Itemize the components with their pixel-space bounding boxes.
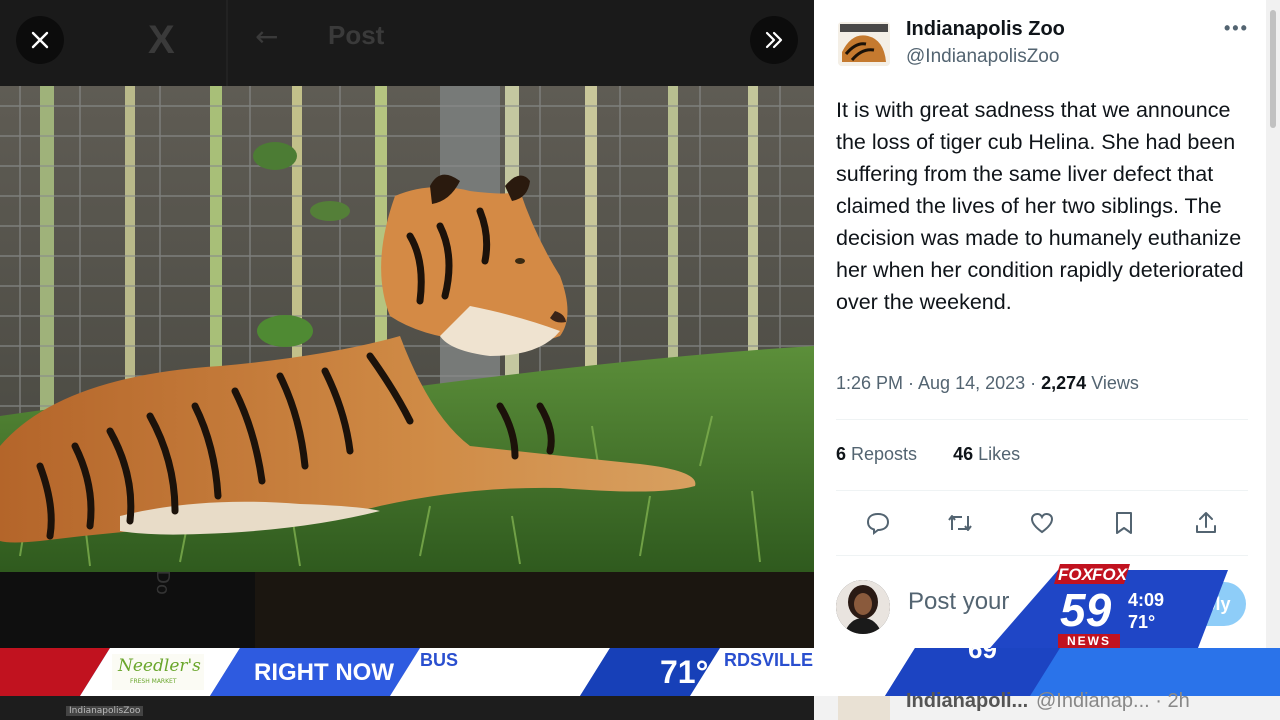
bug-brand-1: FOX (1058, 565, 1093, 584)
station-bug: FOX FOX 59 NEWS 4:09 71° (990, 560, 1230, 650)
bug-number: 59 (1060, 584, 1112, 636)
likes-count: 46 (953, 444, 974, 464)
repost-button[interactable] (940, 505, 980, 541)
bug-brand-2: FOX (1092, 565, 1127, 584)
x-logo-icon: X (148, 18, 175, 62)
divider (836, 490, 1248, 491)
close-icon (31, 31, 49, 49)
share-button[interactable] (1186, 505, 1226, 541)
action-bar (836, 505, 1248, 541)
ticker-temp-3: 69 (968, 648, 997, 664)
media-viewer: X ← Post Do (0, 0, 814, 648)
more-options-icon[interactable]: ••• (1224, 18, 1249, 39)
scrollbar-thumb[interactable] (1270, 10, 1276, 128)
like-icon (1030, 512, 1054, 534)
ticker-city-1: BUS (420, 650, 459, 670)
tweet-panel: Indianapolis Zoo @IndianapolisZoo ••• It… (814, 0, 1266, 648)
divider (836, 555, 1248, 556)
next-tweet-preview: Indianapoli... @Indianap... · 2h (814, 690, 1280, 720)
bookmark-button[interactable] (1104, 505, 1144, 541)
tweet-meta: 1:26 PM · Aug 14, 2023 · 2,274 Views (836, 373, 1139, 394)
handle[interactable]: @IndianapolisZoo (906, 46, 1059, 68)
below-photo-area (0, 572, 814, 648)
ticker-temp-1: 71° (660, 654, 709, 690)
bug-temp: 71° (1128, 612, 1156, 632)
display-name[interactable]: Indianapolis Zoo (906, 18, 1065, 41)
chevrons-right-icon (765, 31, 783, 49)
sponsor-subtitle: FRESH MARKET (130, 678, 177, 685)
reposts-label: Reposts (846, 444, 918, 464)
repost-icon (948, 515, 972, 531)
bug-news: NEWS (1058, 634, 1120, 649)
divider (836, 419, 1248, 420)
likes-label: Likes (973, 444, 1021, 464)
share-icon (1196, 512, 1216, 533)
watermark: IndianapolisZoo (66, 706, 144, 716)
timestamp[interactable]: 1:26 PM · Aug 14, 2023 · (836, 373, 1041, 393)
ticker-city-2: RDSVILLE (724, 650, 814, 670)
tiger-photo[interactable] (0, 86, 814, 572)
back-arrow-icon: ← (255, 20, 279, 53)
sponsor-name: Needler's (118, 656, 201, 676)
bug-time: 4:09 (1128, 590, 1165, 610)
user-avatar[interactable] (836, 580, 890, 634)
like-button[interactable] (1022, 505, 1062, 541)
next-tweet-handle: @Indianap... · 2h (1036, 690, 1190, 712)
expand-panel-button[interactable] (750, 16, 798, 64)
reply-button[interactable] (858, 505, 898, 541)
viewer-topbar (0, 0, 814, 86)
sponsor-logo: Needler's FRESH MARKET (112, 654, 204, 690)
bug-news-label: NEWS (1067, 634, 1111, 648)
close-button[interactable] (16, 16, 64, 64)
next-tweet-avatar (838, 696, 890, 720)
dimmed-background (255, 572, 814, 648)
news-ticker: Needler's FRESH MARKET RIGHT NOW BUS 71°… (0, 648, 1280, 696)
avatar[interactable] (838, 22, 890, 66)
sidebar-ghost-text: Do (151, 570, 173, 595)
reposts-count: 6 (836, 444, 847, 464)
ticker-label: RIGHT NOW (254, 659, 394, 686)
views-count: 2,274 (1041, 373, 1087, 393)
reposts-stat[interactable]: 6 Reposts (836, 444, 917, 464)
reply-icon (866, 512, 890, 535)
views-label: Views (1086, 373, 1139, 393)
bookmark-icon (1116, 512, 1132, 534)
tweet-text: It is with great sadness that we announc… (836, 98, 1244, 314)
next-tweet-name: Indianapoli... (906, 690, 1029, 712)
likes-stat[interactable]: 46 Likes (953, 444, 1020, 464)
engagement-stats: 6 Reposts 46 Likes (836, 444, 1020, 465)
post-title: Post (328, 20, 385, 50)
topbar-divider (226, 0, 228, 86)
